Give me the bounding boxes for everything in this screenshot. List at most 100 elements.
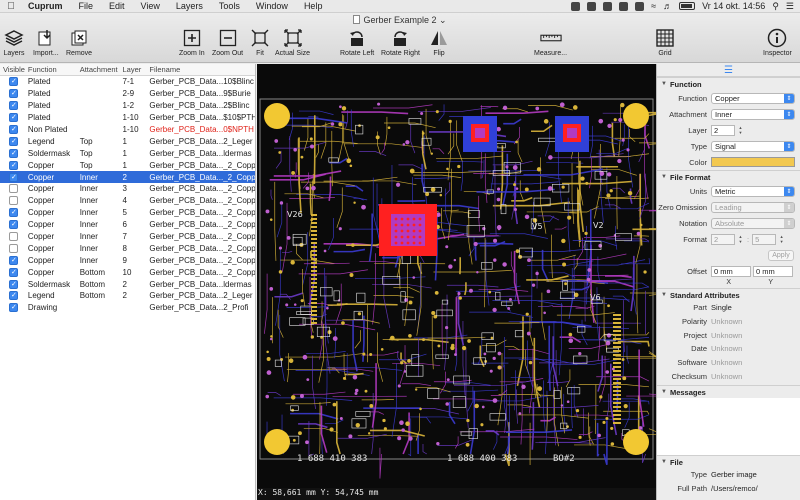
visibility-checkbox[interactable]: ✓ xyxy=(9,113,19,123)
timemachine-icon[interactable] xyxy=(619,1,629,11)
format-decimal-field[interactable]: 5 xyxy=(752,233,777,245)
notification-center-icon[interactable]: ☰ xyxy=(786,1,794,12)
color-well[interactable] xyxy=(711,157,795,167)
layer-row[interactable]: ✓ Soldermask Bottom 2 Gerber_PCB_Data...lder… xyxy=(0,278,255,290)
file-section-header[interactable]: ▼ File xyxy=(657,455,800,468)
visibility-checkbox[interactable]: ✓ xyxy=(9,101,19,111)
pcb-canvas[interactable]: 1 688 410 383 1 688 400 383 BO#2 V26 V5 … xyxy=(257,64,656,500)
format-integer-stepper[interactable]: ▲ ▼ xyxy=(737,234,744,245)
visibility-checkbox[interactable]: ✓ xyxy=(9,125,19,134)
apply-button[interactable]: Apply xyxy=(768,249,794,261)
visibility-checkbox[interactable]: ✓ xyxy=(9,267,19,277)
rotate-right-button[interactable]: Rotate Right xyxy=(381,27,420,57)
layer-row[interactable]: ✓ Copper Inner 6 Gerber_PCB_Data..._2_Copp xyxy=(0,219,255,231)
visibility-checkbox[interactable]: ✓ xyxy=(9,160,19,170)
visibility-checkbox[interactable] xyxy=(9,184,19,194)
layer-row[interactable]: ✓ Non Plated 1-10 Gerber_PCB_Data...0$NPTH xyxy=(0,124,255,136)
layer-row[interactable]: ✓ Legend Bottom 2 Gerber_PCB_Data...2_Leger xyxy=(0,290,255,302)
layer-stepper[interactable]: ▲ ▼ xyxy=(737,125,744,136)
layer-row[interactable]: Copper Inner 3 Gerber_PCB_Data..._2_Copp xyxy=(0,183,255,195)
remove-button[interactable]: Remove xyxy=(66,27,92,57)
status-icon[interactable] xyxy=(587,1,597,11)
layer-number-field[interactable]: 2 xyxy=(711,124,735,136)
visibility-checkbox[interactable]: ✓ xyxy=(9,255,19,265)
units-select[interactable]: Metric ⇕ xyxy=(711,185,795,197)
visibility-checkbox[interactable]: ✓ xyxy=(9,279,19,289)
notation-select[interactable]: Absolute ⇕ xyxy=(711,217,795,229)
visibility-checkbox[interactable]: ✓ xyxy=(9,208,19,218)
layer-row[interactable]: ✓ Plated 1-10 Gerber_PCB_Data...$10$PTH xyxy=(0,112,255,124)
apple-menu-icon[interactable]:  xyxy=(0,1,22,12)
layer-row[interactable]: ✓ Copper Inner 5 Gerber_PCB_Data..._2_Copp xyxy=(0,207,255,219)
file-format-section-header[interactable]: ▼ File Format xyxy=(657,170,800,183)
offset-x-field[interactable]: 0 mm xyxy=(711,265,751,277)
layer-row[interactable]: Copper Inner 4 Gerber_PCB_Data..._2_Copp xyxy=(0,195,255,207)
standard-attributes-section-header[interactable]: ▼ Standard Attributes xyxy=(657,288,800,301)
menu-edit[interactable]: Edit xyxy=(101,1,133,11)
inspector-button[interactable]: Inspector xyxy=(763,27,792,57)
layer-row[interactable]: ✓ Plated 2-9 Gerber_PCB_Data...9$Burie xyxy=(0,88,255,100)
layer-row[interactable]: ✓ Soldermask Top 1 Gerber_PCB_Data...ldermas xyxy=(0,147,255,159)
function-section-header[interactable]: ▼ Function xyxy=(657,77,800,90)
format-integer-field[interactable]: 2 xyxy=(711,233,735,245)
zoom-in-button[interactable]: Zoom In xyxy=(179,27,205,57)
wifi-icon[interactable]: ≈ xyxy=(651,1,656,11)
messages-section-header[interactable]: ▼ Messages xyxy=(657,385,800,398)
properties-tab-icon[interactable]: ☰ xyxy=(724,65,733,76)
visibility-checkbox[interactable]: ✓ xyxy=(9,136,19,146)
visibility-checkbox[interactable] xyxy=(9,232,19,242)
visibility-checkbox[interactable]: ✓ xyxy=(9,291,19,301)
layer-row[interactable]: ✓ Legend Top 1 Gerber_PCB_Data...2_Leger xyxy=(0,135,255,147)
layer-row[interactable]: ✓ Copper Bottom 10 Gerber_PCB_Data..._2_Copp… xyxy=(0,266,255,278)
title-chevron-icon[interactable]: ⌄ xyxy=(439,15,447,25)
layer-row[interactable]: ✓ Copper Inner 9 Gerber_PCB_Data..._2_Copp xyxy=(0,254,255,266)
col-visible[interactable]: Visible xyxy=(0,65,28,74)
menu-app[interactable]: Cuprum xyxy=(22,1,71,11)
zero-omission-select[interactable]: Leading ⇕ xyxy=(711,201,795,213)
layer-row[interactable]: ✓ Plated 7-1 Gerber_PCB_Data...10$Blinc xyxy=(0,76,255,88)
visibility-checkbox[interactable]: ✓ xyxy=(9,148,19,158)
layer-row[interactable]: ✓ Copper Top 1 Gerber_PCB_Data..._2_Copp xyxy=(0,159,255,171)
menu-view[interactable]: View xyxy=(133,1,168,11)
col-function[interactable]: Function xyxy=(28,65,80,74)
menu-layers[interactable]: Layers xyxy=(168,1,211,11)
menu-tools[interactable]: Tools xyxy=(211,1,248,11)
function-select[interactable]: Copper ⇕ xyxy=(711,92,795,104)
visibility-checkbox[interactable]: ✓ xyxy=(9,303,19,313)
pcb-drawing[interactable]: 1 688 410 383 1 688 400 383 BO#2 V26 V5 … xyxy=(257,64,656,488)
spotlight-icon[interactable]: ⚲ xyxy=(772,1,779,12)
menu-file[interactable]: File xyxy=(71,1,102,11)
rotate-left-button[interactable]: Rotate Left xyxy=(340,27,374,57)
layers-button[interactable]: Layers xyxy=(3,27,25,57)
visibility-checkbox[interactable]: ✓ xyxy=(9,172,19,182)
actual-size-button[interactable]: Actual Size xyxy=(275,27,310,57)
bluetooth-icon[interactable] xyxy=(635,1,645,11)
menu-window[interactable]: Window xyxy=(248,1,296,11)
fit-button[interactable]: Fit xyxy=(249,27,271,57)
cloud-icon[interactable] xyxy=(603,1,613,11)
measure-button[interactable]: Measure... xyxy=(534,27,567,57)
menu-help[interactable]: Help xyxy=(296,1,331,11)
layer-row[interactable]: ✓ Drawing Gerber_PCB_Data...2_Profi xyxy=(0,302,255,314)
col-filename[interactable]: Filename xyxy=(149,65,255,74)
visibility-checkbox[interactable]: ✓ xyxy=(9,220,19,230)
col-layer[interactable]: Layer xyxy=(123,65,150,74)
visibility-checkbox[interactable]: ✓ xyxy=(9,77,19,87)
layer-row[interactable]: ✓ Plated 1-2 Gerber_PCB_Data...2$Blinc xyxy=(0,100,255,112)
clock[interactable]: Vr 14 okt. 14:56 xyxy=(702,1,765,11)
layer-row[interactable]: Copper Inner 7 Gerber_PCB_Data..._2_Copp xyxy=(0,231,255,243)
type-select[interactable]: Signal ⇕ xyxy=(711,140,795,152)
layer-row[interactable]: ✓ Copper Inner 2 Gerber_PCB_Data..._2_Copp xyxy=(0,171,255,184)
col-attachment[interactable]: Attachment xyxy=(80,65,123,74)
flip-button[interactable]: Flip xyxy=(428,27,450,57)
visibility-checkbox[interactable] xyxy=(9,243,19,253)
visibility-checkbox[interactable]: ✓ xyxy=(9,89,19,99)
attachment-select[interactable]: Inner ⇕ xyxy=(711,108,795,120)
format-decimal-stepper[interactable]: ▲ ▼ xyxy=(778,234,785,245)
battery-icon[interactable] xyxy=(679,2,696,10)
dropbox-icon[interactable] xyxy=(571,1,581,11)
grid-button[interactable]: Grid xyxy=(654,27,676,57)
layer-row[interactable]: Copper Inner 8 Gerber_PCB_Data..._2_Copp xyxy=(0,242,255,254)
zoom-out-button[interactable]: Zoom Out xyxy=(212,27,243,57)
offset-y-field[interactable]: 0 mm xyxy=(753,265,793,277)
